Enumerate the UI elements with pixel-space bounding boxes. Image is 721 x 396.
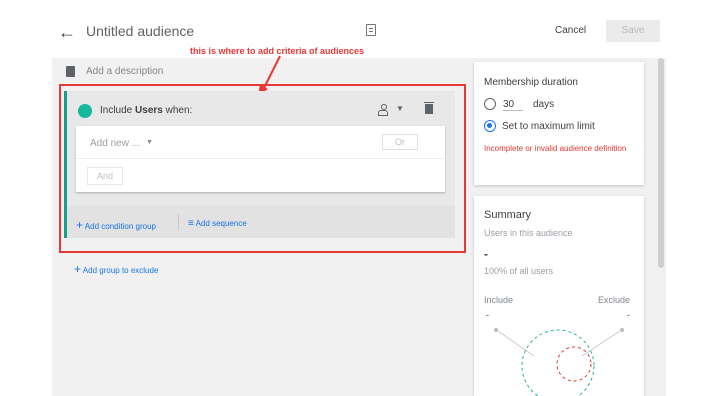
add-group-to-exclude-label: Add group to exclude [82,266,159,275]
summary-percent: 100% of all users [484,266,554,276]
document-icon[interactable] [366,24,376,36]
exclude-pointer-dot [620,328,624,332]
exclude-label: Exclude [598,295,631,305]
max-limit-radio[interactable] [484,120,496,132]
exclude-circle [556,346,592,382]
add-group-to-exclude-button[interactable]: + Add group to exclude [74,262,158,276]
cancel-button[interactable]: Cancel [555,25,586,36]
include-pointer-dot [494,328,498,332]
summary-count: - [484,247,488,261]
include-circle [521,329,595,396]
audience-title[interactable]: Untitled audience [86,23,194,39]
days-input[interactable]: 30 [503,99,523,111]
max-limit-label: Set to maximum limit [502,121,595,132]
days-radio[interactable] [484,98,496,110]
include-label: Include [484,295,514,305]
description-icon [66,66,75,77]
exclude-pointer-line [581,330,621,357]
scrollbar[interactable] [658,58,664,268]
include-pointer-line [497,330,535,357]
error-message: Incomplete or invalid audience definitio… [484,144,627,153]
criteria-highlight-box [59,84,466,253]
days-label: days [533,99,555,110]
save-button[interactable]: Save [606,20,660,42]
summary-subtitle: Users in this audience [484,228,573,238]
summary-title: Summary [484,209,532,221]
description-input[interactable]: Add a description [86,66,163,77]
membership-duration-title: Membership duration [484,77,578,88]
venn-diagram [494,328,624,396]
back-arrow-icon[interactable]: ← [58,22,78,42]
plus-icon: + [74,262,82,276]
